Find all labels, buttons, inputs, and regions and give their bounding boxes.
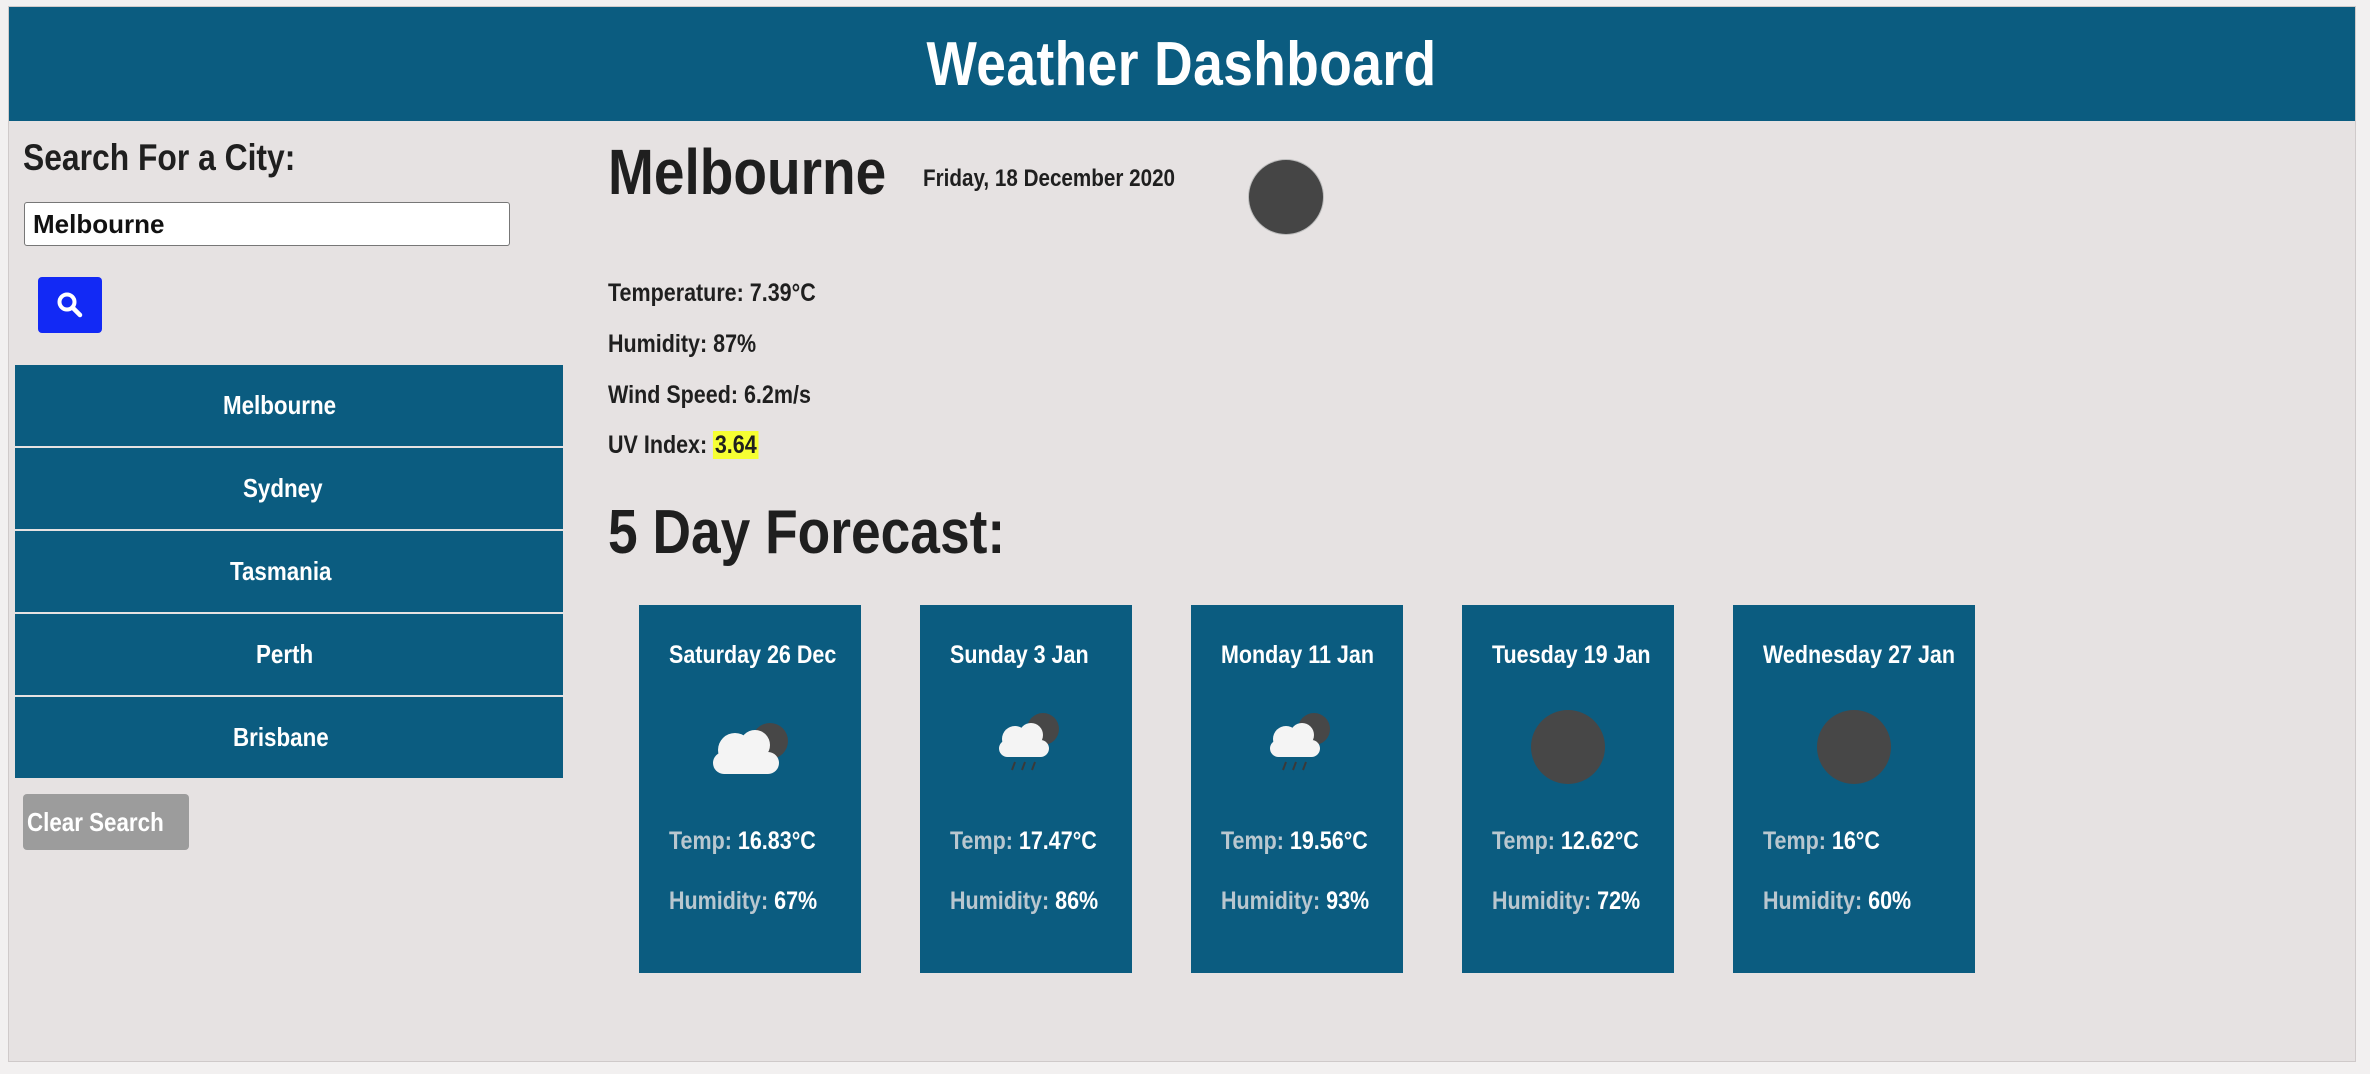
search-history-list: Melbourne Sydney Tasmania Perth Brisbane — [15, 365, 563, 780]
cloudy-night-icon — [713, 723, 788, 774]
history-item-brisbane[interactable]: Brisbane — [15, 697, 563, 778]
app-title: Weather Dashboard — [926, 29, 1438, 99]
history-item-melbourne[interactable]: Melbourne — [15, 365, 563, 446]
current-wind-speed: Wind Speed: 6.2m/s — [608, 381, 811, 409]
header-bar: Weather Dashboard — [9, 7, 2355, 121]
forecast-day: Saturday 26 Dec — [669, 641, 837, 669]
forecast-day: Tuesday 19 Jan — [1492, 641, 1651, 669]
forecast-temp: Temp: 16.83°C — [669, 827, 816, 855]
search-icon — [57, 292, 83, 318]
forecast-humidity: Humidity: 72% — [1492, 887, 1641, 915]
forecast-day: Monday 11 Jan — [1221, 641, 1374, 669]
uv-index-value: 3.64 — [713, 431, 759, 459]
forecast-card: Wednesday 27 Jan Temp: 16°C Humidity: 60… — [1733, 605, 1975, 973]
forecast-card: Monday 11 Jan Temp: 19.56°C Humidity: 93… — [1191, 605, 1403, 973]
forecast-humidity: Humidity: 67% — [669, 887, 818, 915]
forecast-temp: Temp: 12.62°C — [1492, 827, 1639, 855]
forecast-temp: Temp: 16°C — [1763, 827, 1880, 855]
history-item-sydney[interactable]: Sydney — [15, 448, 563, 529]
forecast-day: Wednesday 27 Jan — [1763, 641, 1956, 669]
app-frame: Weather Dashboard Search For a City: Mel… — [8, 6, 2356, 1062]
city-search-input[interactable] — [24, 202, 510, 246]
moon-icon — [1817, 710, 1891, 784]
clear-search-button[interactable]: Clear Search — [23, 794, 189, 850]
current-uv-index: UV Index: 3.64 — [608, 431, 783, 460]
current-temperature: Temperature: 7.39°C — [608, 279, 816, 307]
forecast-humidity: Humidity: 86% — [950, 887, 1099, 915]
forecast-day: Sunday 3 Jan — [950, 641, 1089, 669]
history-item-perth[interactable]: Perth — [15, 614, 563, 695]
moon-icon — [1531, 710, 1605, 784]
forecast-temp: Temp: 17.47°C — [950, 827, 1097, 855]
forecast-humidity: Humidity: 93% — [1221, 887, 1370, 915]
search-heading: Search For a City: — [23, 137, 296, 178]
current-date: Friday, 18 December 2020 — [923, 165, 1176, 192]
forecast-card: Tuesday 19 Jan Temp: 12.62°C Humidity: 7… — [1462, 605, 1674, 973]
rain-night-icon — [1270, 713, 1330, 771]
forecast-humidity: Humidity: 60% — [1763, 887, 1912, 915]
history-item-tasmania[interactable]: Tasmania — [15, 531, 563, 612]
rain-night-icon — [999, 713, 1059, 771]
forecast-temp: Temp: 19.56°C — [1221, 827, 1368, 855]
search-button[interactable] — [38, 277, 102, 333]
forecast-card: Sunday 3 Jan Temp: 17.47°C Humidity: 86% — [920, 605, 1132, 973]
current-humidity: Humidity: 87% — [608, 330, 757, 358]
current-city-name: Melbourne — [608, 136, 887, 208]
moon-icon — [1249, 160, 1323, 234]
forecast-heading: 5 Day Forecast: — [608, 498, 1006, 567]
uv-index-label: UV Index: — [608, 431, 708, 459]
forecast-card: Saturday 26 Dec Temp: 16.83°C Humidity: … — [639, 605, 861, 973]
